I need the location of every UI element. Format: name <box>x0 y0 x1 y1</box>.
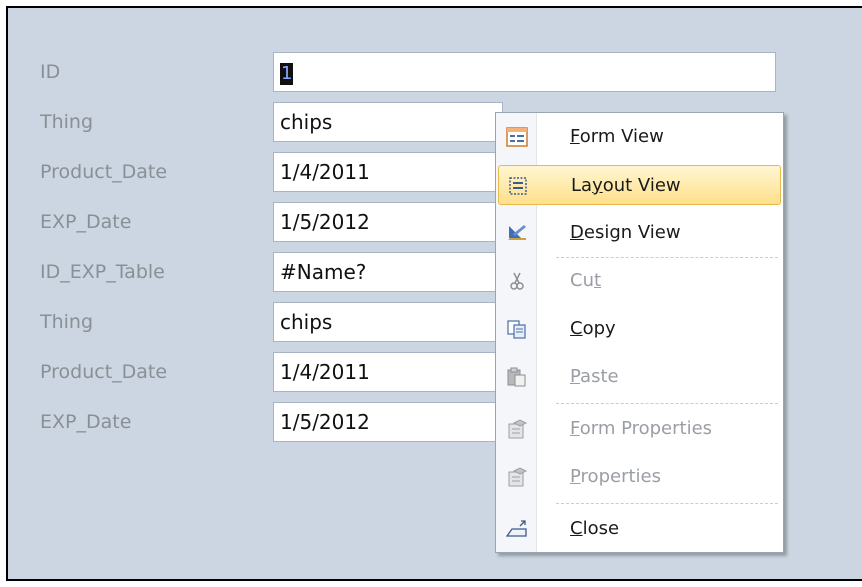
menu-item-form-properties[interactable]: Form Properties <box>498 409 781 449</box>
menu-item-layout-view[interactable]: Layout View <box>498 165 781 205</box>
close-form-icon <box>505 519 528 539</box>
form-window: ID Thing Product_Date EXP_Date ID_EXP_Ta… <box>6 6 862 581</box>
menu-separator <box>556 503 778 504</box>
context-menu: Form View Layout View Design View Cut Co… <box>495 112 784 553</box>
properties-icon <box>506 467 528 487</box>
form-properties-icon <box>506 419 528 439</box>
id-field[interactable]: 1 <box>273 52 776 92</box>
label-thing: Thing <box>40 111 94 133</box>
label-product-date-2: Product_Date <box>40 361 168 383</box>
menu-item-properties[interactable]: Properties <box>498 457 781 497</box>
menu-separator <box>556 403 778 404</box>
menu-item-paste[interactable]: Paste <box>498 357 781 397</box>
thing-field-2[interactable]: chips <box>273 302 503 342</box>
menu-item-design-view[interactable]: Design View <box>498 213 781 253</box>
design-view-icon <box>506 223 528 243</box>
menu-item-close[interactable]: Close <box>498 509 781 549</box>
product-date-field-2[interactable]: 1/4/2011 <box>273 352 503 392</box>
menu-item-copy[interactable]: Copy <box>498 309 781 349</box>
label-thing-2: Thing <box>40 311 94 333</box>
label-product-date: Product_Date <box>40 161 168 183</box>
id-exp-table-field[interactable]: #Name? <box>273 252 503 292</box>
label-id: ID <box>40 61 61 83</box>
selected-text: 1 <box>280 63 294 85</box>
form-view-icon <box>506 127 528 147</box>
copy-icon <box>506 319 528 339</box>
product-date-field[interactable]: 1/4/2011 <box>273 152 503 192</box>
layout-view-icon <box>507 176 529 196</box>
menu-separator <box>556 257 778 258</box>
label-exp-date: EXP_Date <box>40 211 132 233</box>
menu-item-cut[interactable]: Cut <box>498 261 781 301</box>
exp-date-field[interactable]: 1/5/2012 <box>273 202 503 242</box>
label-id-exp-table: ID_EXP_Table <box>40 261 165 283</box>
menu-item-form-view[interactable]: Form View <box>498 117 781 157</box>
label-exp-date-2: EXP_Date <box>40 411 132 433</box>
scissors-icon <box>506 271 528 291</box>
thing-field[interactable]: chips <box>273 102 503 142</box>
paste-icon <box>506 367 528 387</box>
exp-date-field-2[interactable]: 1/5/2012 <box>273 402 503 442</box>
